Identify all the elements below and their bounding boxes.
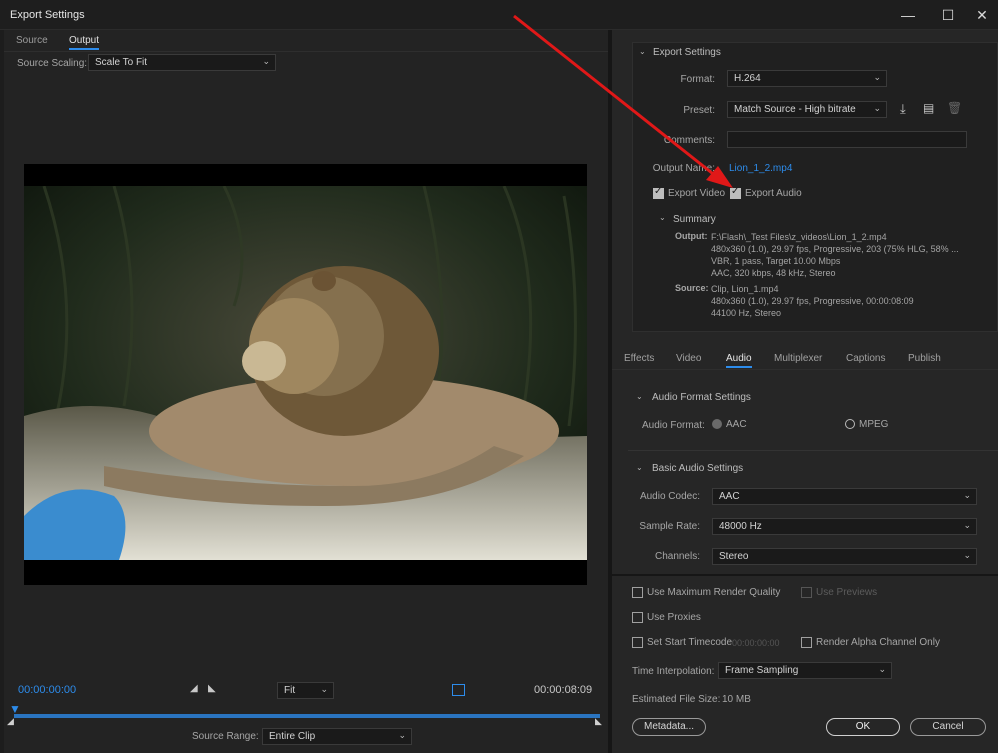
annotation-arrow <box>513 14 733 188</box>
